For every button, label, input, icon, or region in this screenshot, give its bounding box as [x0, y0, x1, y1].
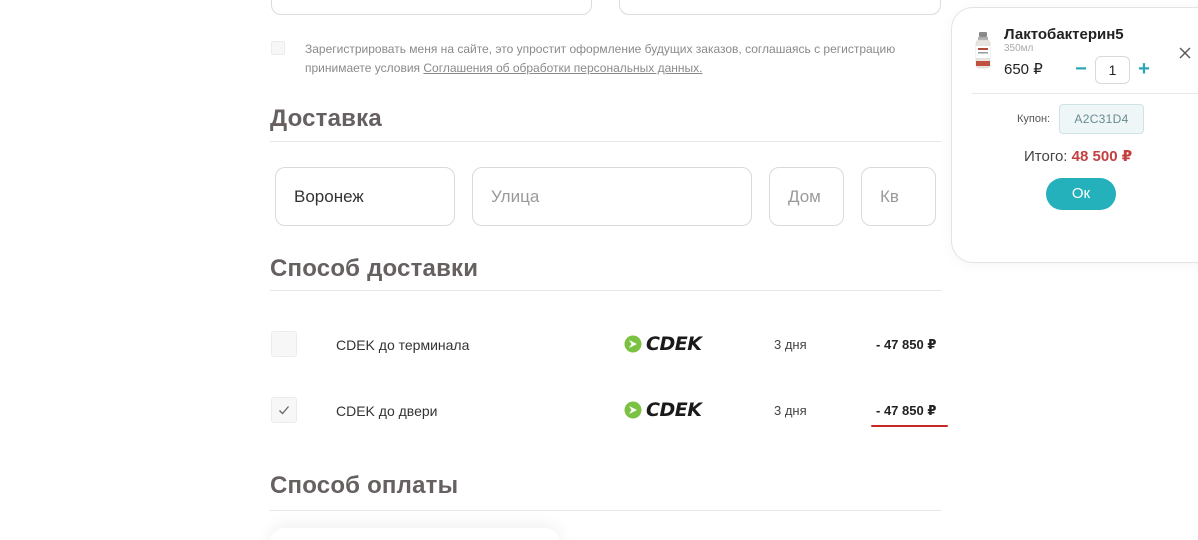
cdek-logo-text: CDEK	[646, 399, 702, 421]
payment-method-title: Способ оплаты	[270, 472, 459, 499]
cart-product-volume: 350мл	[1004, 43, 1034, 54]
quantity-decrease-button[interactable]: −	[1073, 59, 1089, 79]
shipping-option-price: - 47 850 ₽	[876, 403, 937, 418]
cart-total: Итого: 48 500 ₽	[1024, 147, 1132, 165]
register-checkbox[interactable]	[271, 41, 285, 55]
shipping-method-divider	[270, 290, 941, 291]
top-input-right[interactable]	[619, 0, 941, 15]
shipping-option-name: CDEK до двери	[336, 403, 438, 419]
cart-total-value: 48 500 ₽	[1071, 148, 1133, 165]
close-icon[interactable]	[1178, 46, 1192, 60]
cart-divider	[972, 93, 1198, 94]
price-highlight-underline	[871, 425, 948, 427]
house-input[interactable]: Дом	[769, 167, 844, 226]
coupon-label: Купон:	[1017, 113, 1051, 125]
product-bottle-image	[975, 32, 991, 69]
shipping-option-checkbox-terminal[interactable]	[271, 331, 297, 357]
street-input[interactable]: Улица	[472, 167, 752, 226]
payment-option-card[interactable]	[270, 528, 560, 540]
shipping-option-price: - 47 850 ₽	[876, 337, 937, 352]
delivery-divider	[270, 141, 941, 142]
city-input[interactable]: Воронеж	[275, 167, 455, 226]
cart-total-label: Итого:	[1024, 148, 1072, 165]
ok-button[interactable]: Ок	[1046, 178, 1116, 210]
delivery-title: Доставка	[270, 105, 382, 132]
quantity-increase-button[interactable]: +	[1136, 59, 1152, 79]
shipping-option-checkbox-door[interactable]	[271, 397, 297, 423]
cdek-arrow-icon	[624, 401, 642, 419]
shipping-method-title: Способ доставки	[270, 255, 479, 282]
cart-product-name: Лактобактерин5	[1004, 26, 1124, 43]
cdek-logo: CDEK	[624, 334, 704, 354]
register-text: Зарегистрировать меня на сайте, это упро…	[305, 40, 925, 78]
payment-method-divider	[270, 510, 941, 511]
cdek-logo: CDEK	[624, 400, 704, 420]
cart-product-price: 650 ₽	[1004, 61, 1043, 78]
cdek-arrow-icon	[624, 335, 642, 353]
top-input-left[interactable]	[271, 0, 592, 15]
apartment-input[interactable]: Кв	[861, 167, 936, 226]
quantity-input[interactable]: 1	[1095, 56, 1130, 84]
cdek-logo-text: CDEK	[646, 333, 702, 355]
shipping-option-days: 3 дня	[774, 403, 807, 418]
shipping-option-days: 3 дня	[774, 337, 807, 352]
coupon-input[interactable]: A2C31D4	[1059, 104, 1144, 134]
shipping-option-name: CDEK до терминала	[336, 337, 470, 353]
privacy-agreement-link[interactable]: Соглашения об обработки персональных дан…	[423, 61, 702, 75]
checkmark-icon	[279, 406, 289, 415]
